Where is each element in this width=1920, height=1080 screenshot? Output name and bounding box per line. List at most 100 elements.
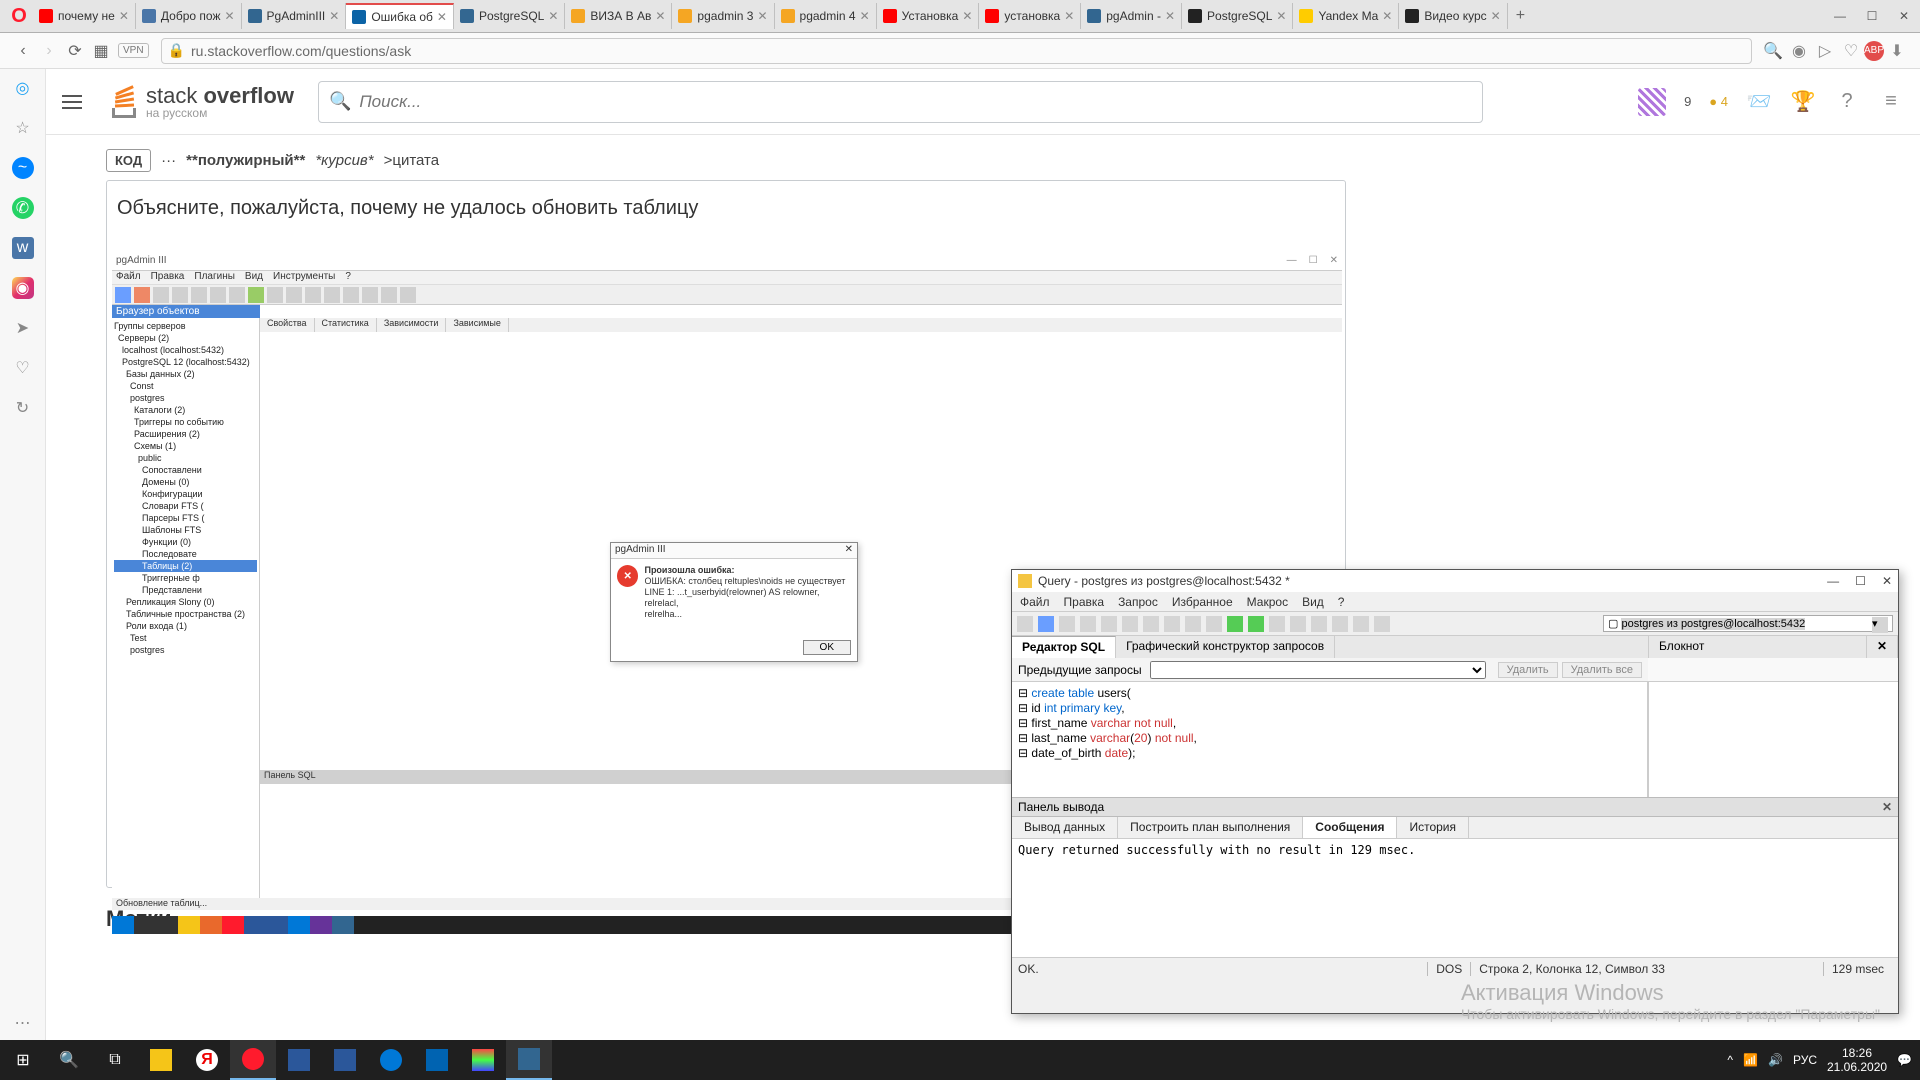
windows-taskbar[interactable]: ⊞ 🔍 ⧉ Я ^ 📶 🔊 РУС 18:26 21.06.2020 💬 <box>0 1040 1920 1080</box>
connection-dropdown[interactable]: ▢ postgres из postgres@localhost:5432 ▾ <box>1603 615 1893 632</box>
close-icon[interactable]: ✕ <box>1882 800 1892 814</box>
browser-tab[interactable]: Yandex Ma✕ <box>1293 3 1399 29</box>
language-indicator[interactable]: РУС <box>1793 1053 1817 1067</box>
speed-dial-sidebar-icon[interactable]: ◎ <box>12 77 34 99</box>
browser-tab[interactable]: Ошибка об✕ <box>346 3 454 29</box>
quote-hint: >цитата <box>384 152 440 169</box>
app-icon[interactable] <box>460 1040 506 1080</box>
query-titlebar: Query - postgres из postgres@localhost:5… <box>1012 570 1898 592</box>
avatar[interactable] <box>1638 88 1666 116</box>
explorer-icon[interactable] <box>138 1040 184 1080</box>
browser-tab[interactable]: pgAdmin -✕ <box>1081 3 1182 29</box>
achievements-icon[interactable]: 🏆 <box>1790 89 1816 115</box>
lock-icon: 🔒 <box>168 42 185 59</box>
tab-sql-editor[interactable]: Редактор SQL <box>1012 636 1116 658</box>
camera-icon[interactable]: ◉ <box>1786 38 1812 64</box>
word-icon[interactable] <box>322 1040 368 1080</box>
bookmark-sidebar-icon[interactable]: ☆ <box>12 117 34 139</box>
editor-tabs[interactable]: Редактор SQL Графический конструктор зап… <box>1012 636 1648 658</box>
editor-toolbar: КОД ··· **полужирный** *курсив* >цитата <box>106 149 1920 172</box>
sql-editor[interactable]: ⊟ create table users(⊟ id int primary ke… <box>1012 682 1648 797</box>
tab-query-builder[interactable]: Графический конструктор запросов <box>1116 636 1335 658</box>
opera-icon[interactable] <box>230 1040 276 1080</box>
search-icon[interactable]: 🔍 <box>1760 38 1786 64</box>
nav-reload-button[interactable]: ⟳ <box>62 38 88 64</box>
window-maximize-button[interactable]: ☐ <box>1855 574 1866 588</box>
browser-tab[interactable]: PgAdminIII✕ <box>242 3 347 29</box>
window-close-button[interactable]: ✕ <box>1888 3 1920 29</box>
vk-sidebar-icon[interactable]: w <box>12 237 34 259</box>
delete-all-button[interactable]: Удалить все <box>1562 662 1642 678</box>
url-text: ru.stackoverflow.com/questions/ask <box>191 43 411 59</box>
browser-tab[interactable]: почему не✕ <box>33 3 136 29</box>
task-view-button[interactable]: ⧉ <box>92 1040 138 1080</box>
new-tab-button[interactable]: + <box>1508 7 1533 25</box>
window-maximize-button[interactable]: ☐ <box>1856 3 1888 29</box>
browser-tab[interactable]: Видео курс✕ <box>1399 3 1507 29</box>
previous-queries-bar: Предыдущие запросы Удалить Удалить все <box>1012 658 1648 682</box>
notepad-area[interactable] <box>1648 682 1898 797</box>
speed-dial-icon[interactable]: ▷ <box>1812 38 1838 64</box>
search-input[interactable] <box>359 92 1472 112</box>
output-tabs[interactable]: Вывод данныхПостроить план выполненияСоо… <box>1012 817 1898 839</box>
app-icon[interactable] <box>276 1040 322 1080</box>
window-close-button[interactable]: ✕ <box>1882 574 1892 588</box>
history-sidebar-icon[interactable]: ↻ <box>12 397 34 419</box>
previous-queries-select[interactable] <box>1150 661 1486 679</box>
browser-tab[interactable]: pgadmin 4✕ <box>775 3 877 29</box>
yandex-icon[interactable]: Я <box>184 1040 230 1080</box>
browser-tab[interactable]: Установка✕ <box>877 3 980 29</box>
edge-icon[interactable] <box>368 1040 414 1080</box>
nav-forward-button[interactable]: › <box>36 38 62 64</box>
start-button[interactable]: ⊞ <box>0 1040 46 1080</box>
browser-address-bar: ‹ › ⟳ ▦ VPN 🔒 ru.stackoverflow.com/quest… <box>0 33 1920 69</box>
browser-tab[interactable]: PostgreSQL✕ <box>1182 3 1293 29</box>
close-icon[interactable]: ✕ <box>1867 636 1898 658</box>
ok-button[interactable]: OK <box>803 640 851 655</box>
heart-sidebar-icon[interactable]: ♡ <box>12 357 34 379</box>
messenger-sidebar-icon[interactable]: ~ <box>12 157 34 179</box>
browser-tab[interactable]: Добро пож✕ <box>136 3 242 29</box>
instagram-sidebar-icon[interactable]: ◉ <box>12 277 34 299</box>
adblock-icon[interactable]: ABP <box>1864 41 1884 61</box>
wifi-icon[interactable]: 📶 <box>1743 1053 1758 1067</box>
delete-button[interactable]: Удалить <box>1498 662 1558 678</box>
close-icon[interactable]: ✕ <box>845 544 853 557</box>
window-minimize-button[interactable]: — <box>1827 574 1839 588</box>
notifications-icon[interactable]: 💬 <box>1897 1053 1912 1067</box>
browser-tab[interactable]: установка✕ <box>979 3 1081 29</box>
app-icon[interactable] <box>414 1040 460 1080</box>
download-icon[interactable]: ⬇ <box>1884 38 1910 64</box>
community-icon[interactable]: ≡ <box>1878 89 1904 115</box>
search-box[interactable]: 🔍 <box>318 81 1483 123</box>
inbox-icon[interactable]: 📨 <box>1746 89 1772 115</box>
system-tray[interactable]: ^ 📶 🔊 РУС 18:26 21.06.2020 💬 <box>1727 1046 1920 1074</box>
window-minimize-button[interactable]: — <box>1824 3 1856 29</box>
vpn-button[interactable]: VPN <box>118 43 149 58</box>
query-app-icon <box>1018 574 1032 588</box>
query-tool-window: Query - postgres из postgres@localhost:5… <box>1011 569 1899 1014</box>
query-menubar[interactable]: ФайлПравкаЗапросИзбранноеМакросВид? <box>1012 592 1898 612</box>
tray-chevron-icon[interactable]: ^ <box>1727 1053 1733 1067</box>
browser-tab[interactable]: PostgreSQL✕ <box>454 3 565 29</box>
pgadmin-icon[interactable] <box>506 1040 552 1080</box>
url-input[interactable]: 🔒 ru.stackoverflow.com/questions/ask <box>161 38 1752 64</box>
more-sidebar-icon[interactable]: ⋯ <box>12 1012 34 1034</box>
help-icon[interactable]: ? <box>1834 89 1860 115</box>
nav-tiles-button[interactable]: ▦ <box>88 38 114 64</box>
stackoverflow-logo[interactable]: stack overflow на русском <box>106 82 294 122</box>
error-dialog: pgAdmin III✕ ✕ Произошла ошибка: ОШИБКА:… <box>610 542 858 662</box>
heart-icon[interactable]: ♡ <box>1838 38 1864 64</box>
whatsapp-sidebar-icon[interactable]: ✆ <box>12 197 34 219</box>
code-button[interactable]: КОД <box>106 149 151 172</box>
browser-tab[interactable]: ВИЗА В Ав✕ <box>565 3 672 29</box>
send-sidebar-icon[interactable]: ➤ <box>12 317 34 339</box>
hamburger-button[interactable] <box>62 88 90 116</box>
clock[interactable]: 18:26 21.06.2020 <box>1827 1046 1887 1074</box>
nav-back-button[interactable]: ‹ <box>10 38 36 64</box>
opera-logo: O <box>5 2 33 30</box>
search-button[interactable]: 🔍 <box>46 1040 92 1080</box>
reputation: 9 <box>1684 94 1691 109</box>
browser-tab[interactable]: pgadmin 3✕ <box>672 3 774 29</box>
volume-icon[interactable]: 🔊 <box>1768 1053 1783 1067</box>
